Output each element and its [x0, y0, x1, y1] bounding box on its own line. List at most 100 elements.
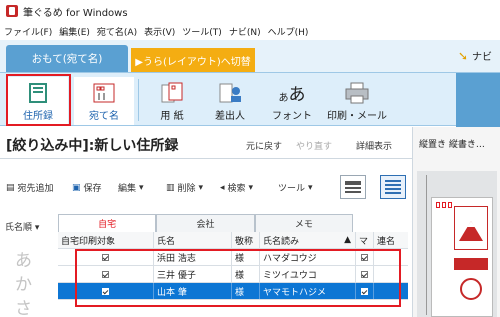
card-view-icon — [345, 181, 361, 185]
list-view-icon-line — [385, 184, 401, 186]
menu-navi[interactable]: ナビ(N) — [229, 25, 261, 38]
chevron-down-icon: ▾ — [248, 182, 254, 193]
sort-ascending-icon: ▲ — [344, 235, 351, 245]
chevron-down-icon: ▾ — [198, 182, 204, 193]
postcard-preview[interactable] — [431, 197, 493, 317]
trash-icon: ▥ — [166, 182, 175, 193]
detail-view-button[interactable]: 詳細表示 — [356, 139, 392, 152]
sender-button[interactable]: 差出人 — [200, 77, 260, 125]
print-mail-label: 印刷・メール — [327, 111, 387, 122]
chevron-down-icon: ▾ — [308, 182, 313, 193]
pointer-icon: ➘ — [457, 48, 468, 63]
mode-tab-bar: おもて(宛て名) ▶うら(レイアウト)へ切替 ➘ ナビ — [0, 40, 500, 72]
menu-view[interactable]: 表示(V) — [144, 25, 175, 38]
delete-button[interactable]: ▥ 削除 ▾ — [166, 181, 206, 195]
menu-bar: ファイル(F) 編集(E) 宛て名(A) 表示(V) ツール(T) ナビ(N) … — [0, 22, 500, 40]
font-icon-small: あ — [278, 93, 289, 104]
atena-button[interactable]: 宛て名 — [74, 77, 134, 125]
kana-index-a[interactable]: あ — [15, 246, 32, 271]
preview-pane: 縦置き 縦書き… — [412, 127, 500, 317]
window-title: 筆ぐるめ for Windows — [23, 7, 128, 19]
font-label: フォント — [272, 111, 312, 122]
col-honorific[interactable]: 敬称 — [232, 232, 260, 248]
sender-icon — [219, 83, 241, 103]
paper-label: 用 紙 — [160, 111, 184, 122]
tab-ura-switch[interactable]: ▶うら(レイアウト)へ切替 — [131, 48, 255, 72]
menu-help[interactable]: ヘルプ(H) — [268, 25, 309, 38]
card-view-icon-line — [345, 187, 361, 189]
tab-home[interactable]: 自宅 — [58, 214, 157, 232]
index-pane: 氏名順 ▾ あ か さ — [0, 206, 50, 317]
stamp-banner — [454, 258, 488, 270]
mountain-icon — [459, 221, 483, 241]
vertical-ruler — [417, 175, 427, 315]
tab-company[interactable]: 会社 — [156, 214, 255, 232]
menu-tools[interactable]: ツール(T) — [182, 25, 222, 38]
edit-menu-button[interactable]: 編集 ▾ — [118, 181, 147, 195]
sort-order-select[interactable]: 氏名順 ▾ — [5, 220, 39, 233]
card-view-button[interactable] — [340, 175, 366, 199]
title-bar: 筆ぐるめ for Windows — [0, 0, 500, 22]
search-button[interactable]: ◂ 検索 ▾ — [220, 181, 256, 195]
ribbon-divider — [138, 79, 139, 121]
ribbon-overflow — [456, 73, 500, 127]
add-address-label: 宛先追加 — [17, 184, 54, 194]
highlight-frame-address-book — [6, 74, 71, 126]
seal-icon — [460, 278, 482, 300]
col-joint-name[interactable]: 連名 — [374, 232, 408, 248]
undo-button[interactable]: 元に戻す — [246, 139, 282, 152]
printer-icon — [345, 82, 369, 104]
app-icon — [6, 5, 18, 17]
postal-code-box — [442, 202, 446, 208]
postal-code-box — [448, 202, 452, 208]
paper-icon — [161, 82, 183, 103]
menu-file[interactable]: ファイル(F) — [4, 25, 52, 38]
list-toolbar: ▤ 宛先追加 ▣ 保存 編集 ▾ ▥ 削除 ▾ ◂ 検索 ▾ ツール ▾ — [0, 160, 412, 206]
add-address-button[interactable]: ▤ 宛先追加 — [6, 181, 54, 195]
navi-label: ナビ — [472, 52, 492, 63]
highlight-frame-rows — [75, 249, 401, 307]
sort-order-label: 氏名順 — [5, 223, 33, 233]
col-name[interactable]: 氏名 — [154, 232, 232, 248]
postal-code-boxes — [436, 202, 452, 208]
stamp-icon — [454, 206, 488, 250]
navi-button[interactable]: ➘ ナビ — [457, 48, 492, 64]
list-header: [絞り込み中]:新しい住所録 元に戻す やり直す 詳細表示 — [0, 127, 412, 159]
kana-index-sa[interactable]: さ — [15, 294, 32, 317]
font-button[interactable]: あ あ フォント — [262, 77, 322, 125]
menu-atena[interactable]: 宛て名(A) — [97, 25, 137, 38]
chevron-down-icon: ▾ — [34, 223, 40, 233]
tab-omote[interactable]: おもて(宛て名) — [6, 45, 128, 72]
sender-label: 差出人 — [215, 111, 245, 122]
tools-label: ツール — [278, 184, 306, 194]
layout-tab[interactable]: 縦置き 縦書き… — [419, 137, 485, 150]
list-tabs: 自宅 会社 メモ — [58, 214, 353, 232]
save-icon: ▣ — [72, 182, 81, 193]
kana-index-ka[interactable]: か — [15, 270, 32, 295]
col-reading[interactable]: 氏名読み ▲ — [260, 232, 356, 248]
page-title: [絞り込み中]:新しい住所録 — [6, 138, 179, 154]
print-mail-button[interactable]: 印刷・メール — [324, 77, 390, 125]
card-view-icon-line — [345, 191, 361, 193]
save-button[interactable]: ▣ 保存 — [72, 181, 102, 195]
envelope-icon — [93, 83, 115, 103]
redo-button[interactable]: やり直す — [296, 139, 332, 152]
postal-code-box — [436, 202, 440, 208]
list-view-icon — [385, 180, 401, 182]
col-mark[interactable]: マ — [356, 232, 374, 248]
tab-memo[interactable]: メモ — [254, 214, 353, 232]
paper-button[interactable]: 用 紙 — [142, 77, 202, 125]
font-icon: あ あ — [278, 82, 306, 105]
save-label: 保存 — [83, 184, 102, 194]
col-reading-label: 氏名読み — [263, 236, 300, 247]
edit-label: 編集 — [118, 184, 137, 194]
font-icon-large: あ — [288, 85, 306, 105]
list-view-button[interactable] — [380, 175, 406, 199]
delete-label: 削除 — [177, 184, 196, 194]
atena-label: 宛て名 — [89, 111, 119, 122]
menu-edit[interactable]: 編集(E) — [59, 25, 90, 38]
col-print-target[interactable]: 自宅印刷対象 — [58, 232, 154, 248]
tools-menu-button[interactable]: ツール ▾ — [278, 181, 316, 195]
search-icon: ◂ — [220, 182, 225, 193]
ribbon: 住所録 宛て名 用 紙 差出人 あ あ フォント 印刷・メール — [0, 72, 500, 127]
